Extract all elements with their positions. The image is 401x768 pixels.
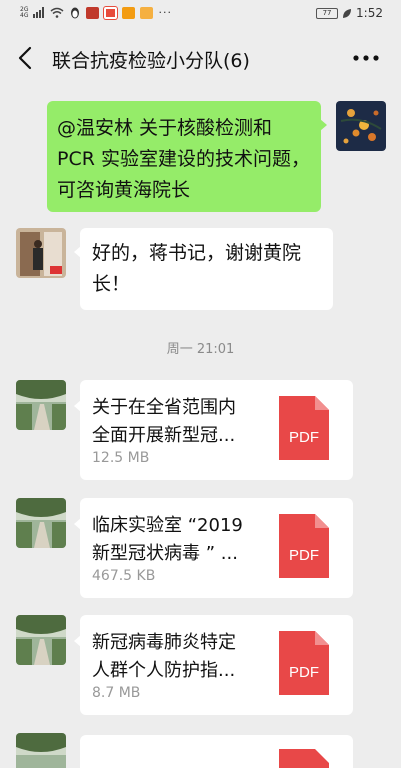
qq-icon (71, 7, 80, 18)
avatar-contact[interactable] (16, 733, 66, 768)
file-name: 临床实验室 “2019 新型冠状病毒 ” ... (92, 512, 267, 568)
tree-path-avatar-icon (16, 498, 66, 548)
pdf-label: PDF (289, 429, 319, 446)
bubble-tail (74, 635, 81, 647)
pdf-file-icon: PDF (279, 631, 329, 695)
app-notification-icon (104, 6, 118, 19)
received-message-bubble[interactable]: 好的，蒋书记，谢谢黄院 长！ (74, 228, 333, 310)
wifi-icon (50, 7, 64, 18)
file-name-line: 临床实验室 “2019 (92, 515, 243, 536)
bubble-tail (74, 400, 81, 412)
file-name-line: 人群个人防护指... (92, 660, 236, 681)
more-notifications-icon: ··· (158, 6, 172, 19)
bubble-tail (74, 518, 81, 530)
pdf-file-icon: PDF (279, 396, 329, 460)
chat-title: 联合抗疫检验小分队(6) (52, 50, 250, 72)
status-bar: 2G 4G ··· 77 1:52 (0, 0, 401, 26)
file-name-line: 关于在全省范围内 (92, 397, 236, 418)
flower-avatar-icon (336, 101, 386, 151)
leaf-icon (343, 8, 352, 18)
pdf-file-icon (279, 749, 329, 768)
network-type-4g: 4G (20, 11, 29, 19)
clock: 1:52 (356, 6, 383, 20)
more-dots-icon (353, 55, 379, 61)
chat-header: 联合抗疫检验小分队(6) (0, 36, 401, 80)
bubble-tail (320, 119, 327, 131)
app-notification-icon (122, 6, 136, 19)
tree-path-avatar-icon (16, 615, 66, 665)
cellular-signal-icon (33, 7, 45, 18)
message-text-line: @温安林 关于核酸检测和 (57, 117, 273, 139)
file-size: 12.5 MB (92, 450, 150, 466)
message-text-line: 可咨询黄海院长 (57, 179, 191, 201)
bubble-tail (74, 246, 81, 258)
message-text-line: 好的，蒋书记，谢谢黄院 (92, 242, 302, 264)
file-size: 467.5 KB (92, 568, 156, 584)
message-timestamp: 周一 21:01 (166, 342, 235, 357)
message-text-line: 长！ (92, 273, 131, 295)
message-text-line: PCR 实验室建设的技术问题， (57, 148, 310, 170)
battery-level: 77 (322, 8, 332, 17)
back-button[interactable] (12, 44, 40, 72)
file-message-card[interactable]: 临床实验室 “2019 新型冠状病毒 ” ... 467.5 KB PDF (74, 498, 353, 598)
file-name-line: 全面开展新型冠... (92, 425, 236, 446)
file-message-card[interactable]: 关于在全省范围内 全面开展新型冠... 12.5 MB PDF (74, 380, 353, 480)
sent-message-bubble[interactable]: @温安林 关于核酸检测和 PCR 实验室建设的技术问题， 可咨询黄海院长 (47, 101, 327, 212)
battery-icon: 77 (316, 7, 339, 19)
tree-path-avatar-icon (16, 733, 66, 768)
file-name-line: 新冠病毒肺炎特定 (92, 632, 236, 653)
file-size: 8.7 MB (92, 685, 141, 701)
avatar-contact[interactable] (16, 615, 66, 665)
tree-path-avatar-icon (16, 380, 66, 430)
file-name: 关于在全省范围内 全面开展新型冠... (92, 394, 267, 450)
file-message-card-partial[interactable] (80, 735, 353, 768)
avatar-self[interactable] (336, 101, 386, 151)
person-avatar-icon (16, 228, 66, 278)
file-name-line: 新型冠状病毒 ” ... (92, 543, 238, 564)
signal-icon: 2G 4G (20, 6, 29, 19)
pdf-label: PDF (289, 664, 319, 681)
avatar-contact[interactable] (16, 498, 66, 548)
chevron-left-icon (18, 46, 32, 70)
app-notification-icon (140, 6, 154, 19)
file-name: 新冠病毒肺炎特定 人群个人防护指... (92, 629, 267, 685)
pdf-file-icon: PDF (279, 514, 329, 578)
file-message-card[interactable]: 新冠病毒肺炎特定 人群个人防护指... 8.7 MB PDF (74, 615, 353, 715)
app-notification-icon (86, 6, 100, 19)
avatar-contact[interactable] (16, 228, 66, 278)
pdf-label: PDF (289, 547, 319, 564)
avatar-contact[interactable] (16, 380, 66, 430)
more-options-button[interactable] (351, 48, 381, 68)
